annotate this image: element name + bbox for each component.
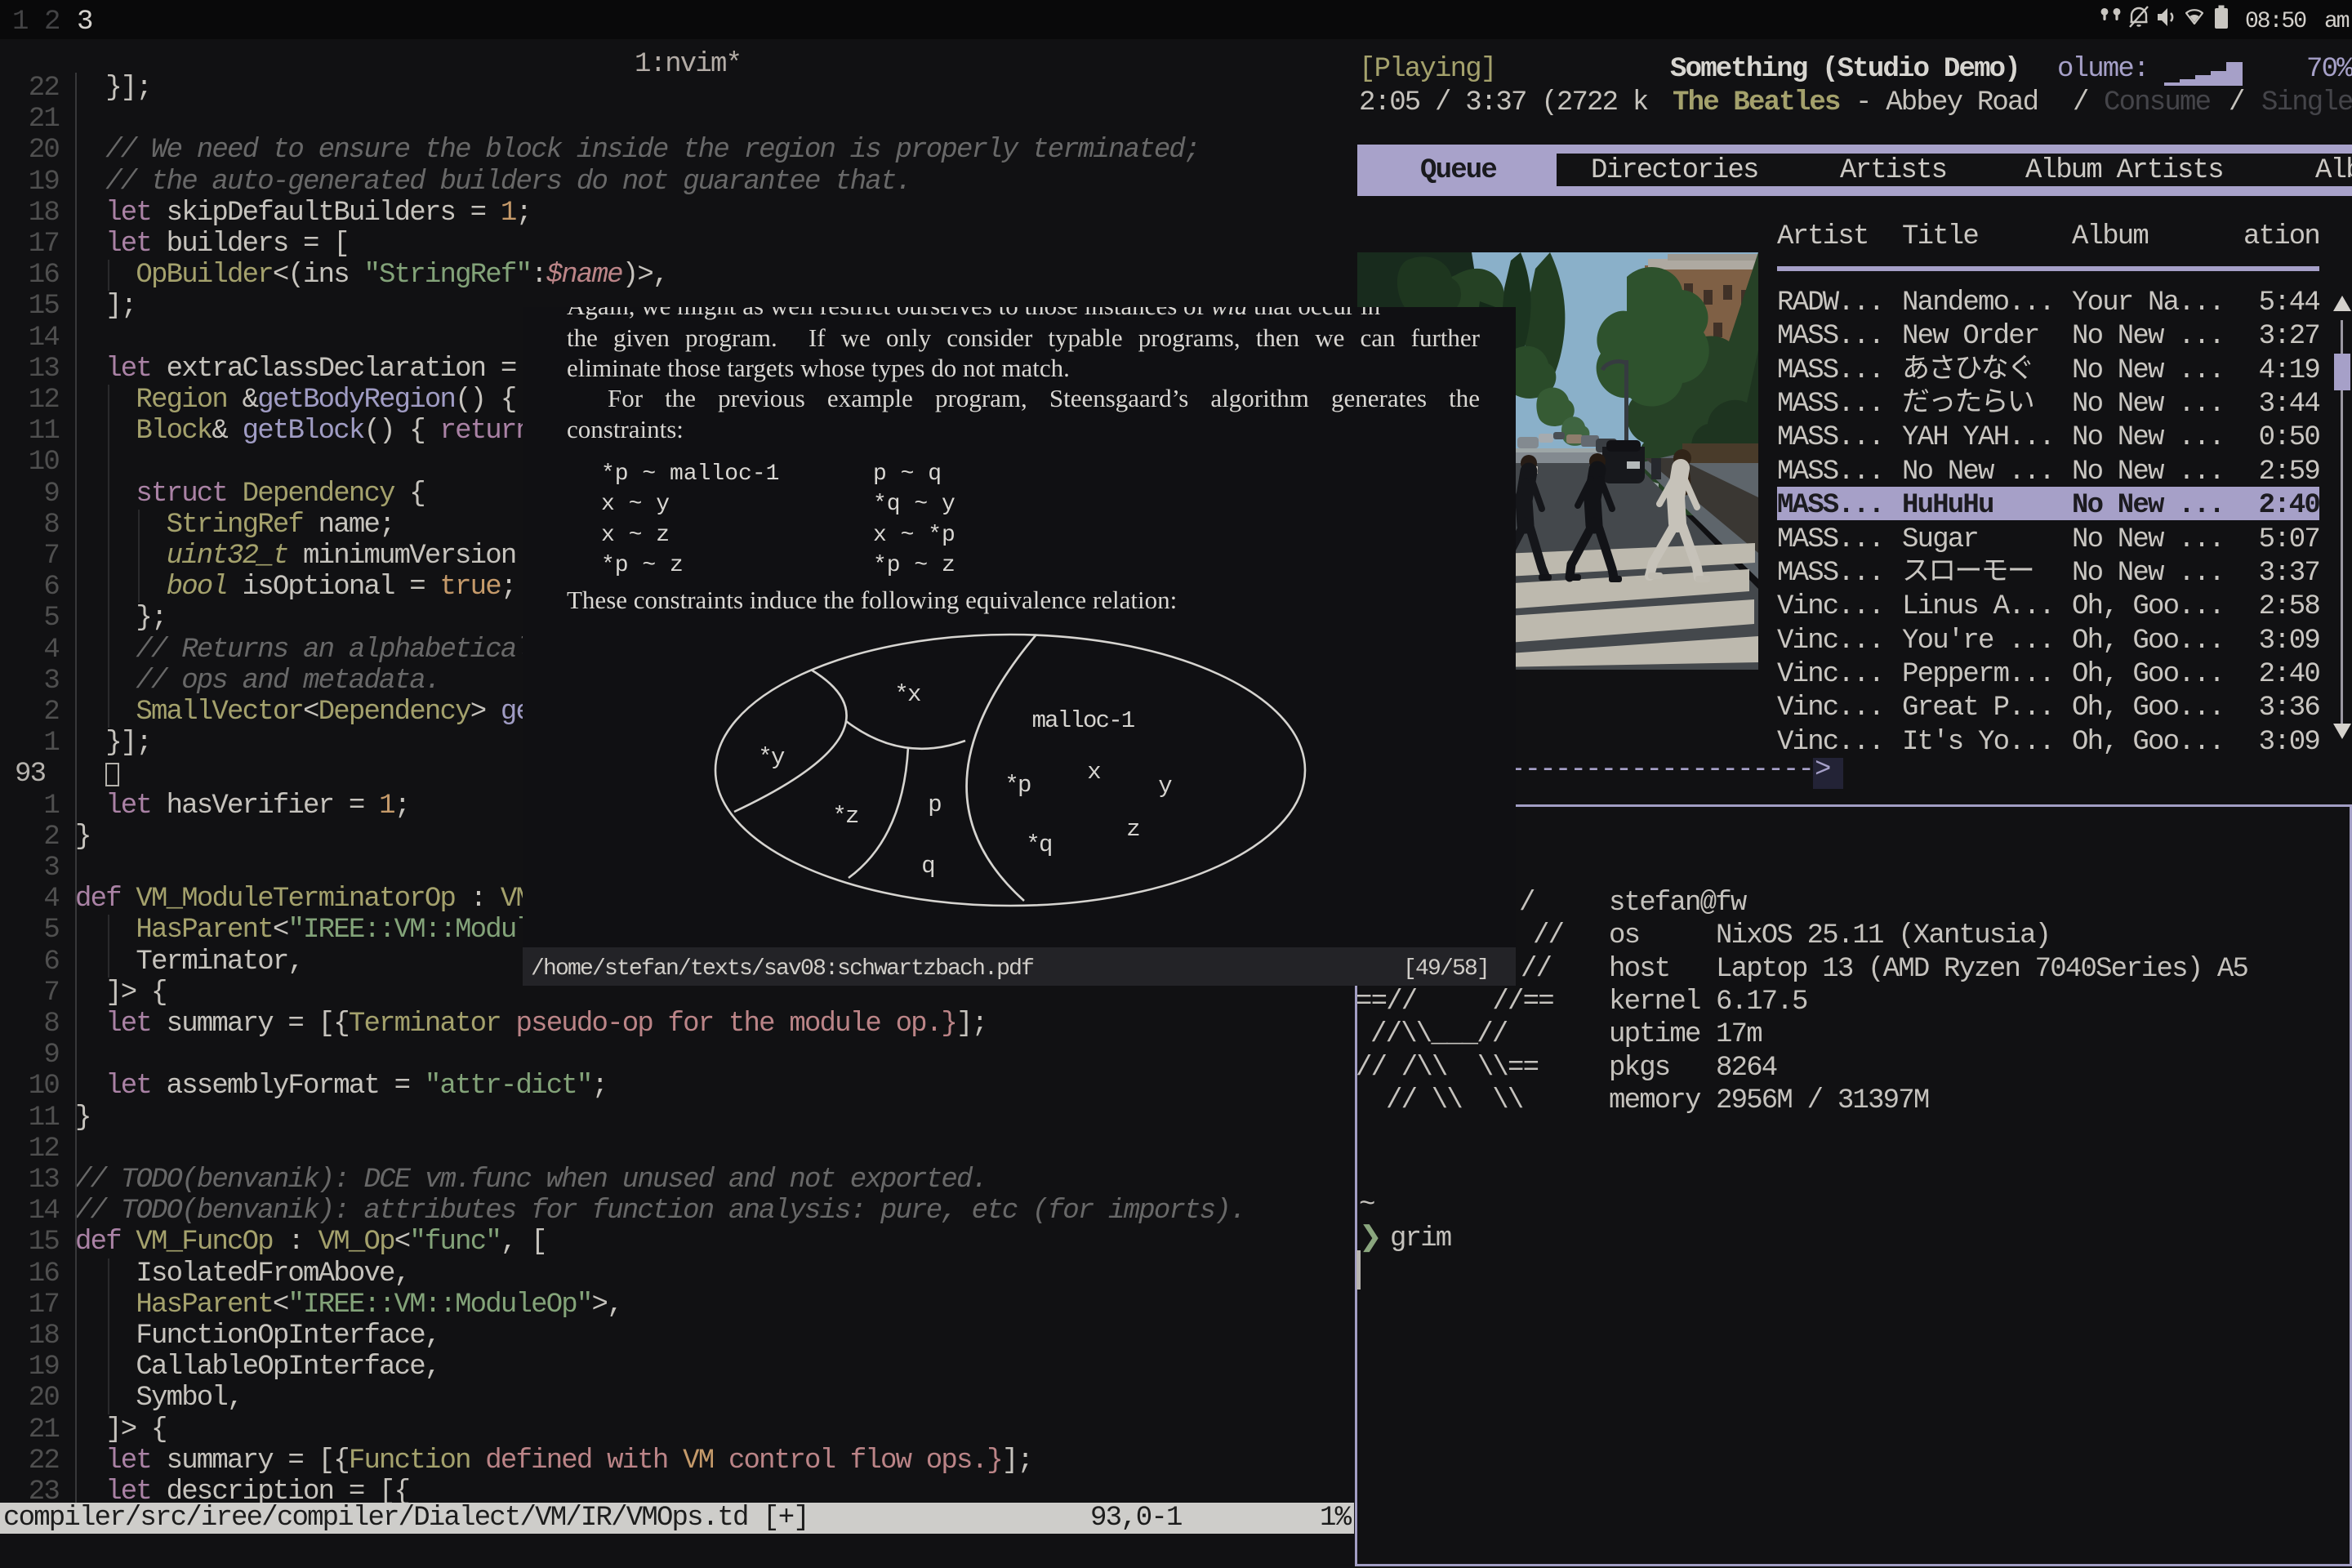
svg-text:malloc-1: malloc-1 [1032, 707, 1134, 734]
svg-text:*z: *z [832, 803, 858, 830]
svg-text:*x: *x [894, 681, 921, 708]
svg-text:y: y [1158, 773, 1172, 800]
svg-text:*y: *y [758, 744, 785, 771]
svg-text:q: q [921, 853, 934, 880]
svg-text:*p: *p [1004, 772, 1031, 799]
svg-text:z: z [1126, 816, 1139, 843]
svg-text:*q: *q [1026, 831, 1051, 858]
svg-text:x: x [1087, 759, 1101, 786]
svg-text:p: p [928, 791, 941, 818]
